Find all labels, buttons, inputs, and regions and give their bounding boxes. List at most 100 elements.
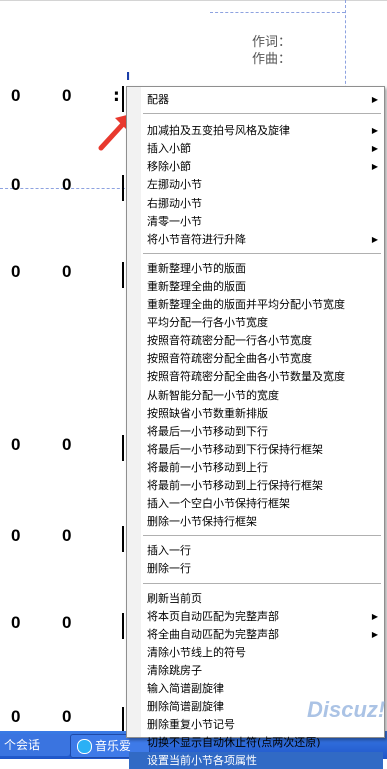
menu-separator — [143, 252, 381, 255]
submenu-arrow-icon: ▶ — [371, 126, 378, 136]
barline — [122, 262, 124, 288]
menu-item-label: 右挪动小节 — [147, 196, 202, 210]
rest-note[interactable]: 0 — [11, 613, 20, 633]
menu-item-label: 将最后一小节移动到下行 — [147, 424, 268, 438]
menu-item-label: 输入简谱副旋律 — [147, 682, 224, 695]
menu-item[interactable]: 加减拍及五变拍号风格及旋律 ▶ — [129, 122, 383, 139]
menu-item[interactable]: 清除跳房子 — [129, 662, 383, 679]
menu-item[interactable]: 删除一小节保持行框架 — [129, 513, 383, 530]
rest-note[interactable]: 0 — [62, 526, 71, 546]
menu-item-label: 将本页自动匹配为完整声部 — [147, 609, 279, 623]
menu-item-label: 将小节音符进行升降 — [147, 232, 246, 246]
menu-item-label: 重新整理全曲的版面并平均分配小节宽度 — [147, 298, 345, 311]
menu-item-label: 插入一个空白小节保持行框架 — [147, 497, 290, 511]
menu-item[interactable]: 将本页自动匹配为完整声部 ▶ — [129, 608, 383, 625]
ie-globe-icon — [77, 739, 92, 754]
menu-item[interactable]: 从新智能分配一小节的宽度 — [129, 387, 383, 404]
menu-item[interactable]: 重新整理小节的版面 — [129, 260, 383, 277]
submenu-arrow-icon: ▶ — [371, 95, 378, 104]
score-credits: 作词： 作曲： — [252, 34, 291, 68]
menu-item[interactable]: 插入一行 — [129, 542, 383, 559]
rest-note[interactable]: 0 — [11, 707, 20, 727]
menu-item[interactable]: 清除小节线上的符号 — [129, 644, 383, 661]
taskbar-item-chat[interactable]: 个会话 — [0, 734, 70, 756]
menu-item-label: 将最前一小节移动到上行保持行框架 — [147, 479, 323, 492]
menu-item[interactable]: 按照缺省小节数重新排版 — [129, 405, 383, 422]
menu-item-label: 清零一小节 — [147, 214, 202, 228]
rest-note[interactable]: 0 — [62, 262, 71, 282]
measure-row[interactable]: 00 — [0, 435, 130, 461]
menu-item-label: 删除一行 — [147, 562, 191, 576]
menu-item[interactable]: 配器 ▶ — [129, 91, 383, 108]
measure-row[interactable]: 00 — [0, 262, 130, 288]
menu-item-label: 设置当前小节各项属性 — [147, 754, 257, 768]
measure-row[interactable]: 00 — [0, 175, 130, 201]
repeat-sign: : — [113, 86, 120, 106]
rest-note[interactable]: 0 — [62, 613, 71, 633]
menu-item-label: 将最后一小节移动到下行保持行框架 — [147, 442, 323, 456]
rest-note[interactable]: 0 — [11, 526, 20, 546]
menu-item-label: 清除小节线上的符号 — [147, 645, 246, 659]
rest-note[interactable]: 0 — [62, 707, 71, 727]
rest-note[interactable]: 0 — [62, 86, 71, 106]
menu-item-label: 删除重复小节记号 — [147, 718, 235, 732]
menu-item-label: 插入小節 — [147, 142, 191, 156]
menu-item[interactable]: 按照音符疏密分配全曲各小节宽度 — [129, 350, 383, 367]
barline — [122, 526, 124, 552]
menu-item-label: 删除一小节保持行框架 — [147, 515, 257, 529]
menu-item[interactable]: 将最后一小节移动到下行 — [129, 423, 383, 440]
menu-item[interactable]: 右挪动小节 — [129, 195, 383, 212]
menu-item[interactable]: 插入一个空白小节保持行框架 — [129, 495, 383, 512]
menu-item[interactable]: 插入小節 ▶ — [129, 140, 383, 157]
menu-item[interactable]: 重新整理全曲的版面 — [129, 278, 383, 295]
rest-note[interactable]: 0 — [11, 86, 20, 106]
submenu-arrow-icon: ▶ — [371, 234, 378, 244]
menu-item[interactable]: 刷新当前页 — [129, 590, 383, 607]
menu-item-label: 左挪动小节 — [147, 178, 202, 192]
menu-item-label: 切换不显示自动休止符(点两次还原) — [147, 736, 321, 750]
barline — [122, 175, 124, 201]
menu-item[interactable]: 将全曲自动匹配为完整声部 ▶ — [129, 626, 383, 643]
measure-row[interactable]: 0 0: — [0, 86, 130, 112]
measure-row[interactable]: 00 — [0, 707, 130, 733]
menu-item[interactable]: 将最后一小节移动到下行保持行框架 — [129, 441, 383, 458]
rest-note[interactable]: 0 — [62, 175, 71, 195]
menu-item[interactable]: 按照音符疏密分配一行各小节宽度 — [129, 332, 383, 349]
menu-item-label: 删除简谱副旋律 — [147, 700, 224, 714]
measure-row[interactable]: 00 — [0, 526, 130, 552]
menu-item[interactable]: 平均分配一行各小节宽度 — [129, 314, 383, 331]
menu-item[interactable]: 将最前一小节移动到上行保持行框架 — [129, 477, 383, 494]
menu-item-label: 按照音符疏密分配全曲各小节宽度 — [147, 352, 312, 366]
menu-item[interactable]: 左挪动小节 — [129, 176, 383, 193]
menu-item[interactable]: 将最前一小节移动到上行 — [129, 459, 383, 476]
submenu-arrow-icon: ▶ — [371, 162, 378, 172]
menu-item-label: 加减拍及五变拍号风格及旋律 — [147, 124, 290, 138]
barline — [122, 86, 124, 112]
menu-item-label: 从新智能分配一小节的宽度 — [147, 388, 279, 402]
context-menu: 配器 ▶ 加减拍及五变拍号风格及旋律 ▶ 插入小節 ▶ 移除小節 ▶ 左挪动小节 右挪动小节 清零一… — [126, 86, 385, 769]
menu-item-label: 重新整理小节的版面 — [147, 261, 246, 275]
submenu-arrow-icon: ▶ — [371, 144, 378, 154]
measure-row[interactable]: 00 — [0, 613, 130, 639]
submenu-arrow-icon: ▶ — [371, 629, 378, 639]
menu-item[interactable]: 删除一行 — [129, 560, 383, 577]
rest-note[interactable]: 0 — [11, 262, 20, 282]
menu-separator — [143, 535, 381, 538]
menu-item[interactable]: 移除小節 ▶ — [129, 158, 383, 175]
menu-item-label: 按照缺省小节数重新排版 — [147, 406, 268, 420]
rest-note[interactable]: 0 — [11, 175, 20, 195]
taskbar-browser-label: 音乐爱 — [95, 739, 132, 753]
menu-item-label: 重新整理全曲的版面 — [147, 279, 246, 293]
rest-note[interactable]: 0 — [62, 435, 71, 455]
taskbar-chat-label: 个会话 — [4, 738, 41, 752]
menu-item[interactable]: 按照音符疏密分配全曲各小节数量及宽度 — [129, 368, 383, 385]
menu-item[interactable]: 切换不显示自动休止符(点两次还原) — [129, 734, 383, 751]
menu-item[interactable]: 清零一小节 — [129, 213, 383, 230]
composer-label: 作曲： — [252, 52, 292, 67]
menu-item[interactable]: 输入简谱副旋律 — [129, 680, 383, 697]
menu-item[interactable]: 设置当前小节各项属性 — [129, 752, 383, 769]
menu-item-label: 插入一行 — [147, 544, 191, 558]
menu-item[interactable]: 重新整理全曲的版面并平均分配小节宽度 — [129, 296, 383, 313]
menu-item[interactable]: 将小节音符进行升降 ▶ — [129, 231, 383, 248]
rest-note[interactable]: 0 — [11, 435, 20, 455]
